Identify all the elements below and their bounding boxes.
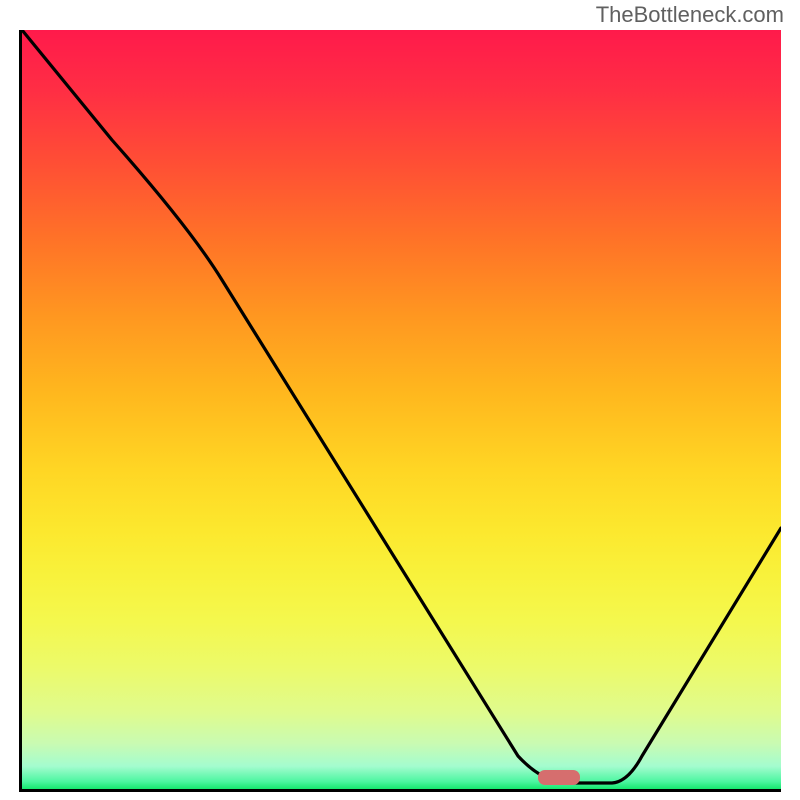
plot-area bbox=[19, 30, 781, 792]
chart-root: { "watermark_text": "TheBottleneck.com",… bbox=[0, 0, 800, 800]
optimum-marker bbox=[538, 770, 580, 785]
gradient-background bbox=[22, 30, 781, 789]
watermark-text: TheBottleneck.com bbox=[596, 2, 784, 28]
